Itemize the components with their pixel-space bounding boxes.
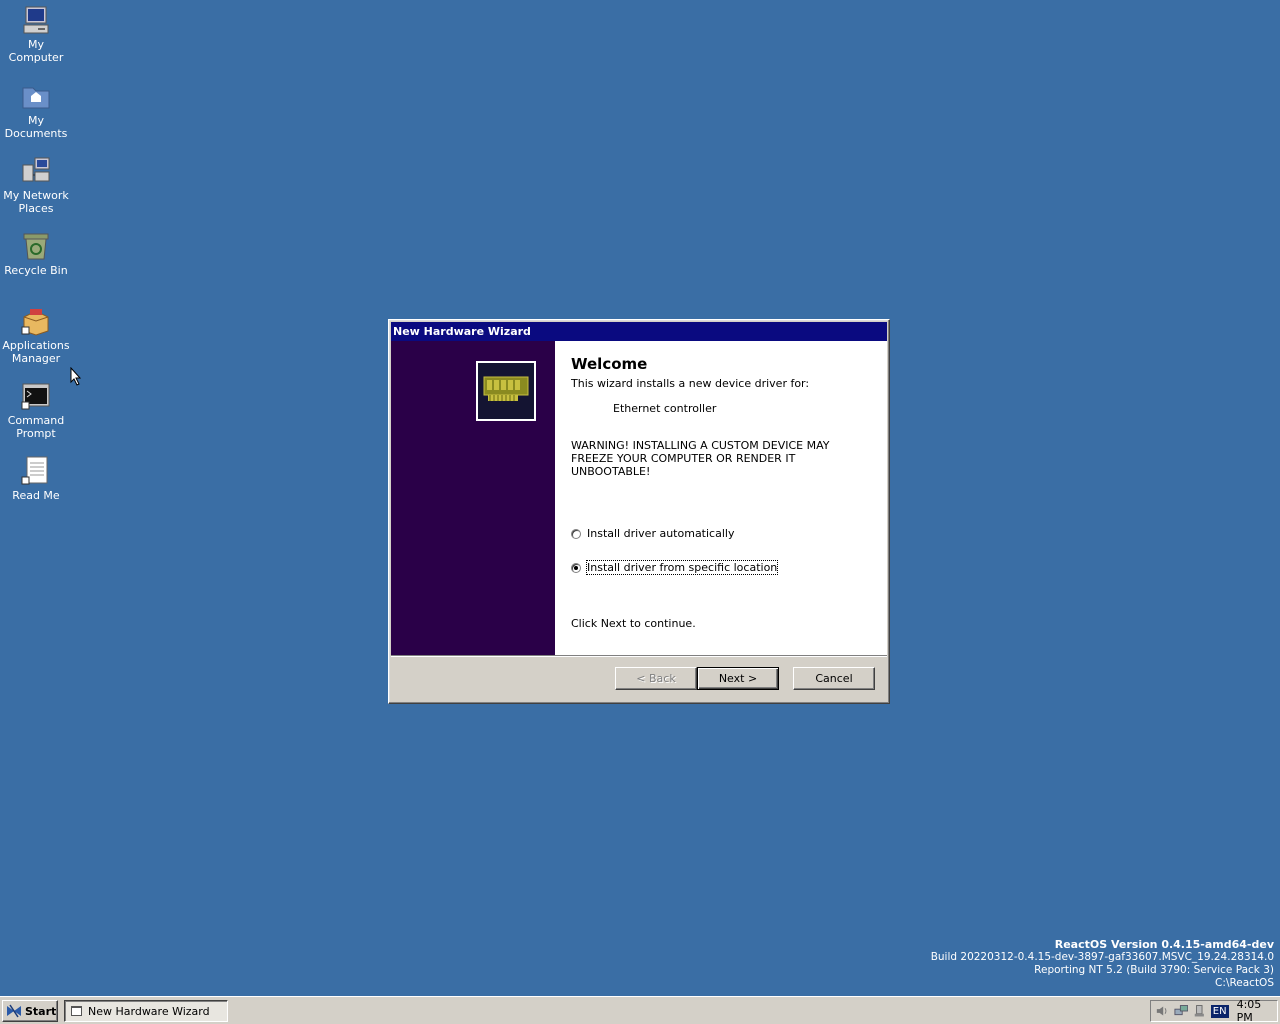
network-places-icon (22, 157, 50, 182)
wizard-sidebar (391, 341, 555, 655)
desktop-icon-label: My Computer (8, 38, 64, 64)
desktop-icon-label: Read Me (12, 489, 60, 502)
task-label: New Hardware Wizard (88, 1004, 210, 1018)
version-line-2: Build 20220312-0.4.15-dev-3897-gaf33607.… (930, 951, 1274, 963)
desktop-icon-my-computer[interactable]: My Computer (0, 4, 72, 64)
button-separator (391, 655, 887, 657)
desktop-icon-label: My Documents (4, 114, 68, 140)
network-icon[interactable] (1174, 1003, 1189, 1019)
version-line-3: Reporting NT 5.2 (Build 3790: Service Pa… (1034, 964, 1274, 976)
taskbar-button-new-hardware-wizard[interactable]: New Hardware Wizard (64, 1000, 228, 1022)
option-install-specific-location[interactable]: Install driver from specific location (571, 560, 779, 575)
next-button[interactable]: Next > (697, 667, 779, 690)
option-install-automatically[interactable]: Install driver automatically (571, 527, 734, 540)
language-indicator[interactable]: EN (1210, 1004, 1229, 1018)
hardware-card-icon (476, 361, 536, 421)
desktop-icon-label: Applications Manager (2, 339, 70, 365)
my-documents-icon (22, 87, 50, 109)
my-computer-icon (23, 6, 49, 34)
desktop-icon-my-documents[interactable]: My Documents (0, 80, 72, 140)
reactos-logo-icon (7, 1004, 21, 1018)
system-tray: EN 4:05 PM (1150, 998, 1278, 1024)
version-line-1: ReactOS Version 0.4.15-amd64-dev (1054, 938, 1274, 951)
radio-install-specific-location[interactable] (571, 562, 581, 573)
read-me-icon (21, 456, 48, 485)
window-icon (71, 1006, 82, 1016)
device-name: Ethernet controller (613, 402, 717, 415)
desktop-icon-applications-manager[interactable]: Applications Manager (0, 305, 72, 365)
wizard-main: Welcome This wizard installs a new devic… (571, 341, 887, 655)
wizard-subtitle: This wizard installs a new device driver… (571, 377, 810, 390)
option-label[interactable]: Install driver automatically (587, 527, 734, 540)
desktop-icon-label: My Network Places (3, 189, 69, 215)
clock[interactable]: 4:05 PM (1237, 998, 1277, 1024)
taskbar: Start New Hardware Wizard EN 4:05 PM (0, 996, 1280, 1024)
desktop-icon-command-prompt[interactable]: Command Prompt (0, 380, 72, 440)
mouse-cursor-icon (70, 367, 82, 386)
desktop-icon-label: Recycle Bin (4, 264, 68, 277)
wizard-heading: Welcome (571, 355, 648, 373)
desktop-icon-network-places[interactable]: My Network Places (0, 155, 72, 215)
continue-text: Click Next to continue. (571, 617, 696, 630)
back-button[interactable]: < Back (615, 667, 697, 690)
dialog-titlebar[interactable]: New Hardware Wizard (391, 322, 887, 341)
cancel-button[interactable]: Cancel (793, 667, 875, 690)
version-info: ReactOS Version 0.4.15-amd64-dev Build 2… (931, 938, 1274, 990)
start-button[interactable]: Start (2, 1000, 58, 1022)
start-label: Start (25, 1004, 57, 1018)
warning-text: WARNING! INSTALLING A CUSTOM DEVICE MAY … (571, 439, 830, 478)
desktop-icon-read-me[interactable]: Read Me (0, 455, 72, 502)
applications-manager-icon (21, 309, 49, 336)
option-label[interactable]: Install driver from specific location (585, 560, 779, 575)
version-line-4: C:\ReactOS (1215, 977, 1274, 989)
recycle-bin-icon (23, 233, 49, 260)
radio-install-automatically[interactable] (571, 528, 581, 539)
desktop: My Computer My Documents My Network Plac… (0, 0, 1280, 996)
desktop-icon-label: Command Prompt (7, 414, 65, 440)
command-prompt-icon (21, 383, 50, 410)
new-hardware-wizard-dialog: New Hardware Wizard Welcome This wizard … (388, 319, 890, 704)
desktop-icon-recycle-bin[interactable]: Recycle Bin (0, 230, 72, 277)
wizard-content: Welcome This wizard installs a new devic… (391, 341, 887, 655)
volume-icon[interactable] (1155, 1003, 1170, 1019)
safely-remove-hardware-icon[interactable] (1192, 1003, 1207, 1019)
